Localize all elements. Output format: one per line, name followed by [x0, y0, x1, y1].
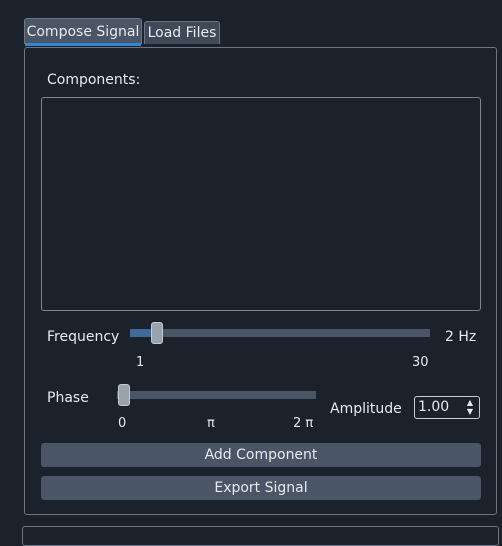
amplitude-spinbox[interactable]: 1.00 ▲ ▼ — [414, 396, 480, 419]
frequency-min-label: 1 — [136, 355, 145, 370]
frequency-label: Frequency — [47, 329, 120, 345]
tab-compose-signal[interactable]: Compose Signal — [24, 18, 142, 46]
export-signal-button[interactable]: Export Signal — [41, 476, 481, 500]
amplitude-value: 1.00 — [418, 399, 450, 415]
frequency-value: 2 Hz — [445, 329, 477, 345]
tab-load-files-label: Load Files — [147, 25, 217, 41]
frequency-slider[interactable] — [130, 322, 430, 344]
amplitude-label: Amplitude — [330, 401, 402, 417]
phase-tick-0: 0 — [118, 416, 127, 431]
phase-label: Phase — [47, 390, 89, 406]
frequency-slider-handle[interactable] — [151, 322, 164, 344]
tab-compose-signal-label: Compose Signal — [26, 23, 140, 40]
phase-tick-2pi: 2 π — [293, 416, 314, 431]
tab-load-files[interactable]: Load Files — [144, 21, 220, 44]
spin-up-icon[interactable]: ▲ — [467, 399, 473, 407]
phase-slider[interactable] — [117, 384, 316, 406]
lower-panel — [22, 526, 499, 546]
phase-slider-handle[interactable] — [118, 384, 130, 406]
frequency-max-label: 30 — [412, 355, 429, 370]
components-label: Components: — [47, 72, 141, 88]
phase-tick-pi: π — [207, 416, 215, 431]
spin-down-icon[interactable]: ▼ — [467, 408, 473, 416]
add-component-button[interactable]: Add Component — [41, 443, 481, 467]
components-list[interactable] — [41, 97, 481, 311]
